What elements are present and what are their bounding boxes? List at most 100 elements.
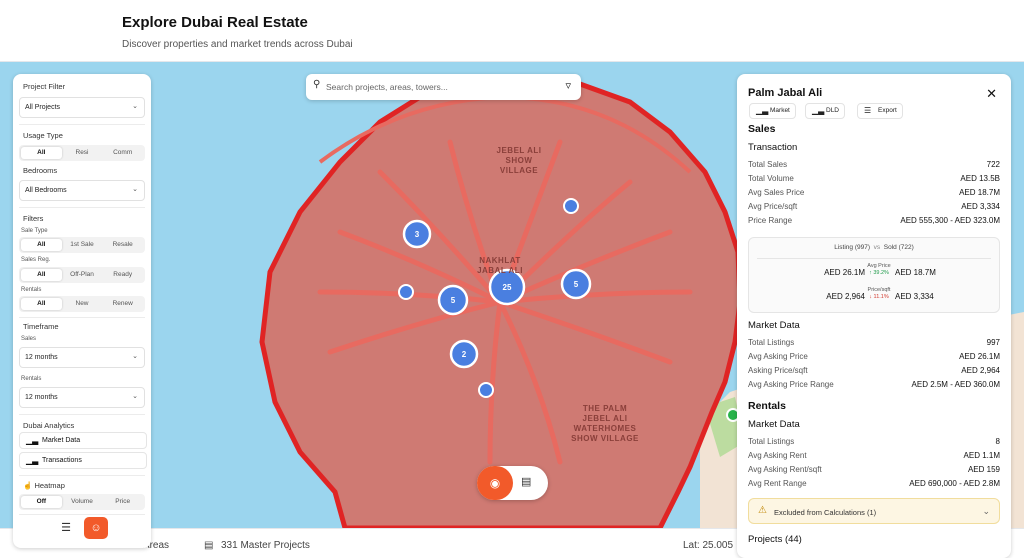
sales-reg-offplan[interactable]: Off-Plan — [62, 269, 103, 281]
hand-icon: ☝ — [23, 481, 33, 490]
stat-row: Asking Price/sqft AED 2,964 — [748, 366, 1000, 375]
sale-type-label: Sale Type — [21, 228, 48, 234]
export-button[interactable]: ☰ Export — [857, 103, 903, 119]
lat-readout: Lat: 25.005 — [683, 540, 734, 551]
map-label: THE PALM JEBEL ALI WATERHOMES SHOW VILLAGE — [571, 404, 639, 443]
sale-type-resale[interactable]: Resale — [102, 239, 143, 251]
sale-type-first[interactable]: 1st Sale — [62, 239, 103, 251]
transaction-heading: Transaction — [748, 142, 798, 153]
compare-header: Listing (997) vs Sold (722) — [834, 244, 914, 251]
cluster-count: 5 — [574, 280, 579, 289]
market-data-button[interactable]: ▁▃ Market Data — [19, 432, 147, 449]
map-label: NAKHLAT JABAL ALI — [477, 256, 523, 275]
heatmap-label: ☝ Heatmap — [23, 481, 65, 490]
filter-icon[interactable]: ▿ — [565, 79, 571, 92]
market-button[interactable]: ▁▃ Market — [749, 103, 796, 119]
detail-panel: Palm Jabal Ali ✕ ▁▃ Market ▁▃ DLD ☰ Expo… — [737, 74, 1011, 558]
pin-view-button[interactable]: ◉ — [477, 466, 513, 500]
sales-reg-ready[interactable]: Ready — [102, 269, 143, 281]
map-view-button[interactable]: ▤ — [521, 475, 531, 488]
stat-row: Avg Asking Price AED 26.1M — [748, 352, 1000, 361]
market-button-label: Market — [770, 107, 790, 114]
excluded-accordion[interactable]: ⚠ Excluded from Calculations (1) ⌄ — [748, 498, 1000, 524]
rentals-new[interactable]: New — [62, 298, 103, 310]
page-subtitle: Discover properties and market trends ac… — [122, 39, 353, 50]
avg-price-delta: Avg Price ↑ 39.2% — [867, 263, 891, 276]
rental-market-heading: Market Data — [748, 419, 800, 430]
rentals-all[interactable]: All — [21, 298, 62, 310]
rentals-label: Rentals — [21, 287, 42, 293]
sales-reg-segmented[interactable]: All Off-Plan Ready — [19, 267, 145, 283]
filter-panel: Project Filter All Projects ⌄ Usage Type… — [13, 74, 151, 548]
stat-row: Avg Asking Rent AED 1.1M — [748, 451, 1000, 460]
usage-comm[interactable]: Comm — [102, 147, 143, 159]
divider — [757, 258, 991, 259]
timeframe-label: Timeframe — [23, 322, 59, 331]
timeframe-rentals-label: Rentals — [21, 376, 42, 382]
usage-all[interactable]: All — [21, 147, 62, 159]
heatmap-price[interactable]: Price — [102, 496, 143, 508]
listing-price-sqft: AED 2,964 — [826, 292, 865, 301]
project-filter-select[interactable]: All Projects ⌄ — [19, 97, 145, 118]
usage-resi[interactable]: Resi — [62, 147, 103, 159]
stat-row: Total Listings 8 — [748, 437, 1000, 446]
timeframe-sales-value: 12 months — [25, 354, 58, 361]
bedrooms-value: All Bedrooms — [25, 187, 67, 194]
rentals-segmented[interactable]: All New Renew — [19, 296, 145, 312]
stat-row: Avg Price/sqft AED 3,334 — [748, 202, 1000, 211]
chevron-down-icon: ⌄ — [132, 103, 138, 110]
sales-reg-label: Sales Reg. — [21, 257, 51, 263]
price-sqft-delta: Price/sqft ↓ 11.1% — [867, 287, 891, 300]
close-icon[interactable]: ✕ — [986, 86, 997, 102]
view-toggle[interactable]: ◉ ▤ — [477, 466, 548, 500]
sale-type-all[interactable]: All — [21, 239, 62, 251]
listing-avg-price: AED 26.1M — [824, 268, 865, 277]
projects-count: 331 Master Projects — [221, 540, 310, 551]
heatmap-off[interactable]: Off — [21, 496, 62, 508]
stat-row: Avg Rent Range AED 690,000 - AED 2.8M — [748, 479, 1000, 488]
search-input[interactable]: Search projects, areas, towers... — [326, 82, 448, 92]
stat-row: Price Range AED 555,300 - AED 323.0M — [748, 216, 1000, 225]
dld-button[interactable]: ▁▃ DLD — [805, 103, 846, 119]
chevron-down-icon: ⌄ — [132, 186, 138, 193]
heatmap-text: Heatmap — [34, 481, 65, 490]
bar-chart-icon: ▁▃ — [756, 106, 769, 115]
usage-type-segmented[interactable]: All Resi Comm — [19, 145, 145, 161]
user-icon[interactable]: ☺ — [84, 517, 108, 539]
timeframe-sales-select[interactable]: 12 months ⌄ — [19, 347, 145, 368]
layers-icon[interactable]: ☰ — [54, 517, 78, 539]
chevron-down-icon: ⌄ — [132, 393, 138, 400]
cluster-marker[interactable]: 2 — [449, 339, 479, 369]
search-bar[interactable]: ⚲ Search projects, areas, towers... ▿ — [306, 74, 581, 100]
chevron-down-icon: ⌄ — [132, 353, 138, 360]
stat-row: Total Listings 997 — [748, 338, 1000, 347]
sales-reg-all[interactable]: All — [21, 269, 62, 281]
dld-button-label: DLD — [826, 107, 840, 114]
divider — [19, 207, 145, 208]
heatmap-segmented[interactable]: Off Volume Price — [19, 494, 145, 510]
property-marker — [563, 198, 579, 214]
rentals-renew[interactable]: Renew — [102, 298, 143, 310]
chevron-down-icon: ⌄ — [982, 506, 990, 516]
market-data-label: Market Data — [42, 437, 81, 444]
heatmap-volume[interactable]: Volume — [62, 496, 103, 508]
search-icon: ⚲ — [313, 79, 321, 90]
usage-type-label: Usage Type — [23, 131, 63, 140]
transactions-button[interactable]: ▁▃ Transactions — [19, 452, 147, 469]
stat-row: Avg Asking Price Range AED 2.5M - AED 360… — [748, 380, 1000, 389]
cluster-marker[interactable]: 5 — [437, 284, 469, 316]
timeframe-rentals-select[interactable]: 12 months ⌄ — [19, 387, 145, 408]
page-header: Explore Dubai Real Estate Discover prope… — [0, 0, 1024, 62]
projects-heading[interactable]: Projects (44) — [748, 534, 802, 545]
stat-row: Avg Asking Rent/sqft AED 159 — [748, 465, 1000, 474]
cluster-count: 2 — [462, 350, 467, 359]
filters-label: Filters — [23, 214, 44, 223]
bedrooms-select[interactable]: All Bedrooms ⌄ — [19, 180, 145, 201]
listing-vs-sold-card: Listing (997) vs Sold (722) AED 26.1M Av… — [748, 237, 1000, 313]
cluster-marker[interactable]: 5 — [560, 268, 592, 300]
sold-avg-price: AED 18.7M — [895, 268, 936, 277]
timeframe-sales-label: Sales — [21, 336, 37, 342]
cluster-marker[interactable]: 3 — [402, 219, 432, 249]
database-icon: ☰ — [864, 106, 872, 115]
sale-type-segmented[interactable]: All 1st Sale Resale — [19, 237, 145, 253]
